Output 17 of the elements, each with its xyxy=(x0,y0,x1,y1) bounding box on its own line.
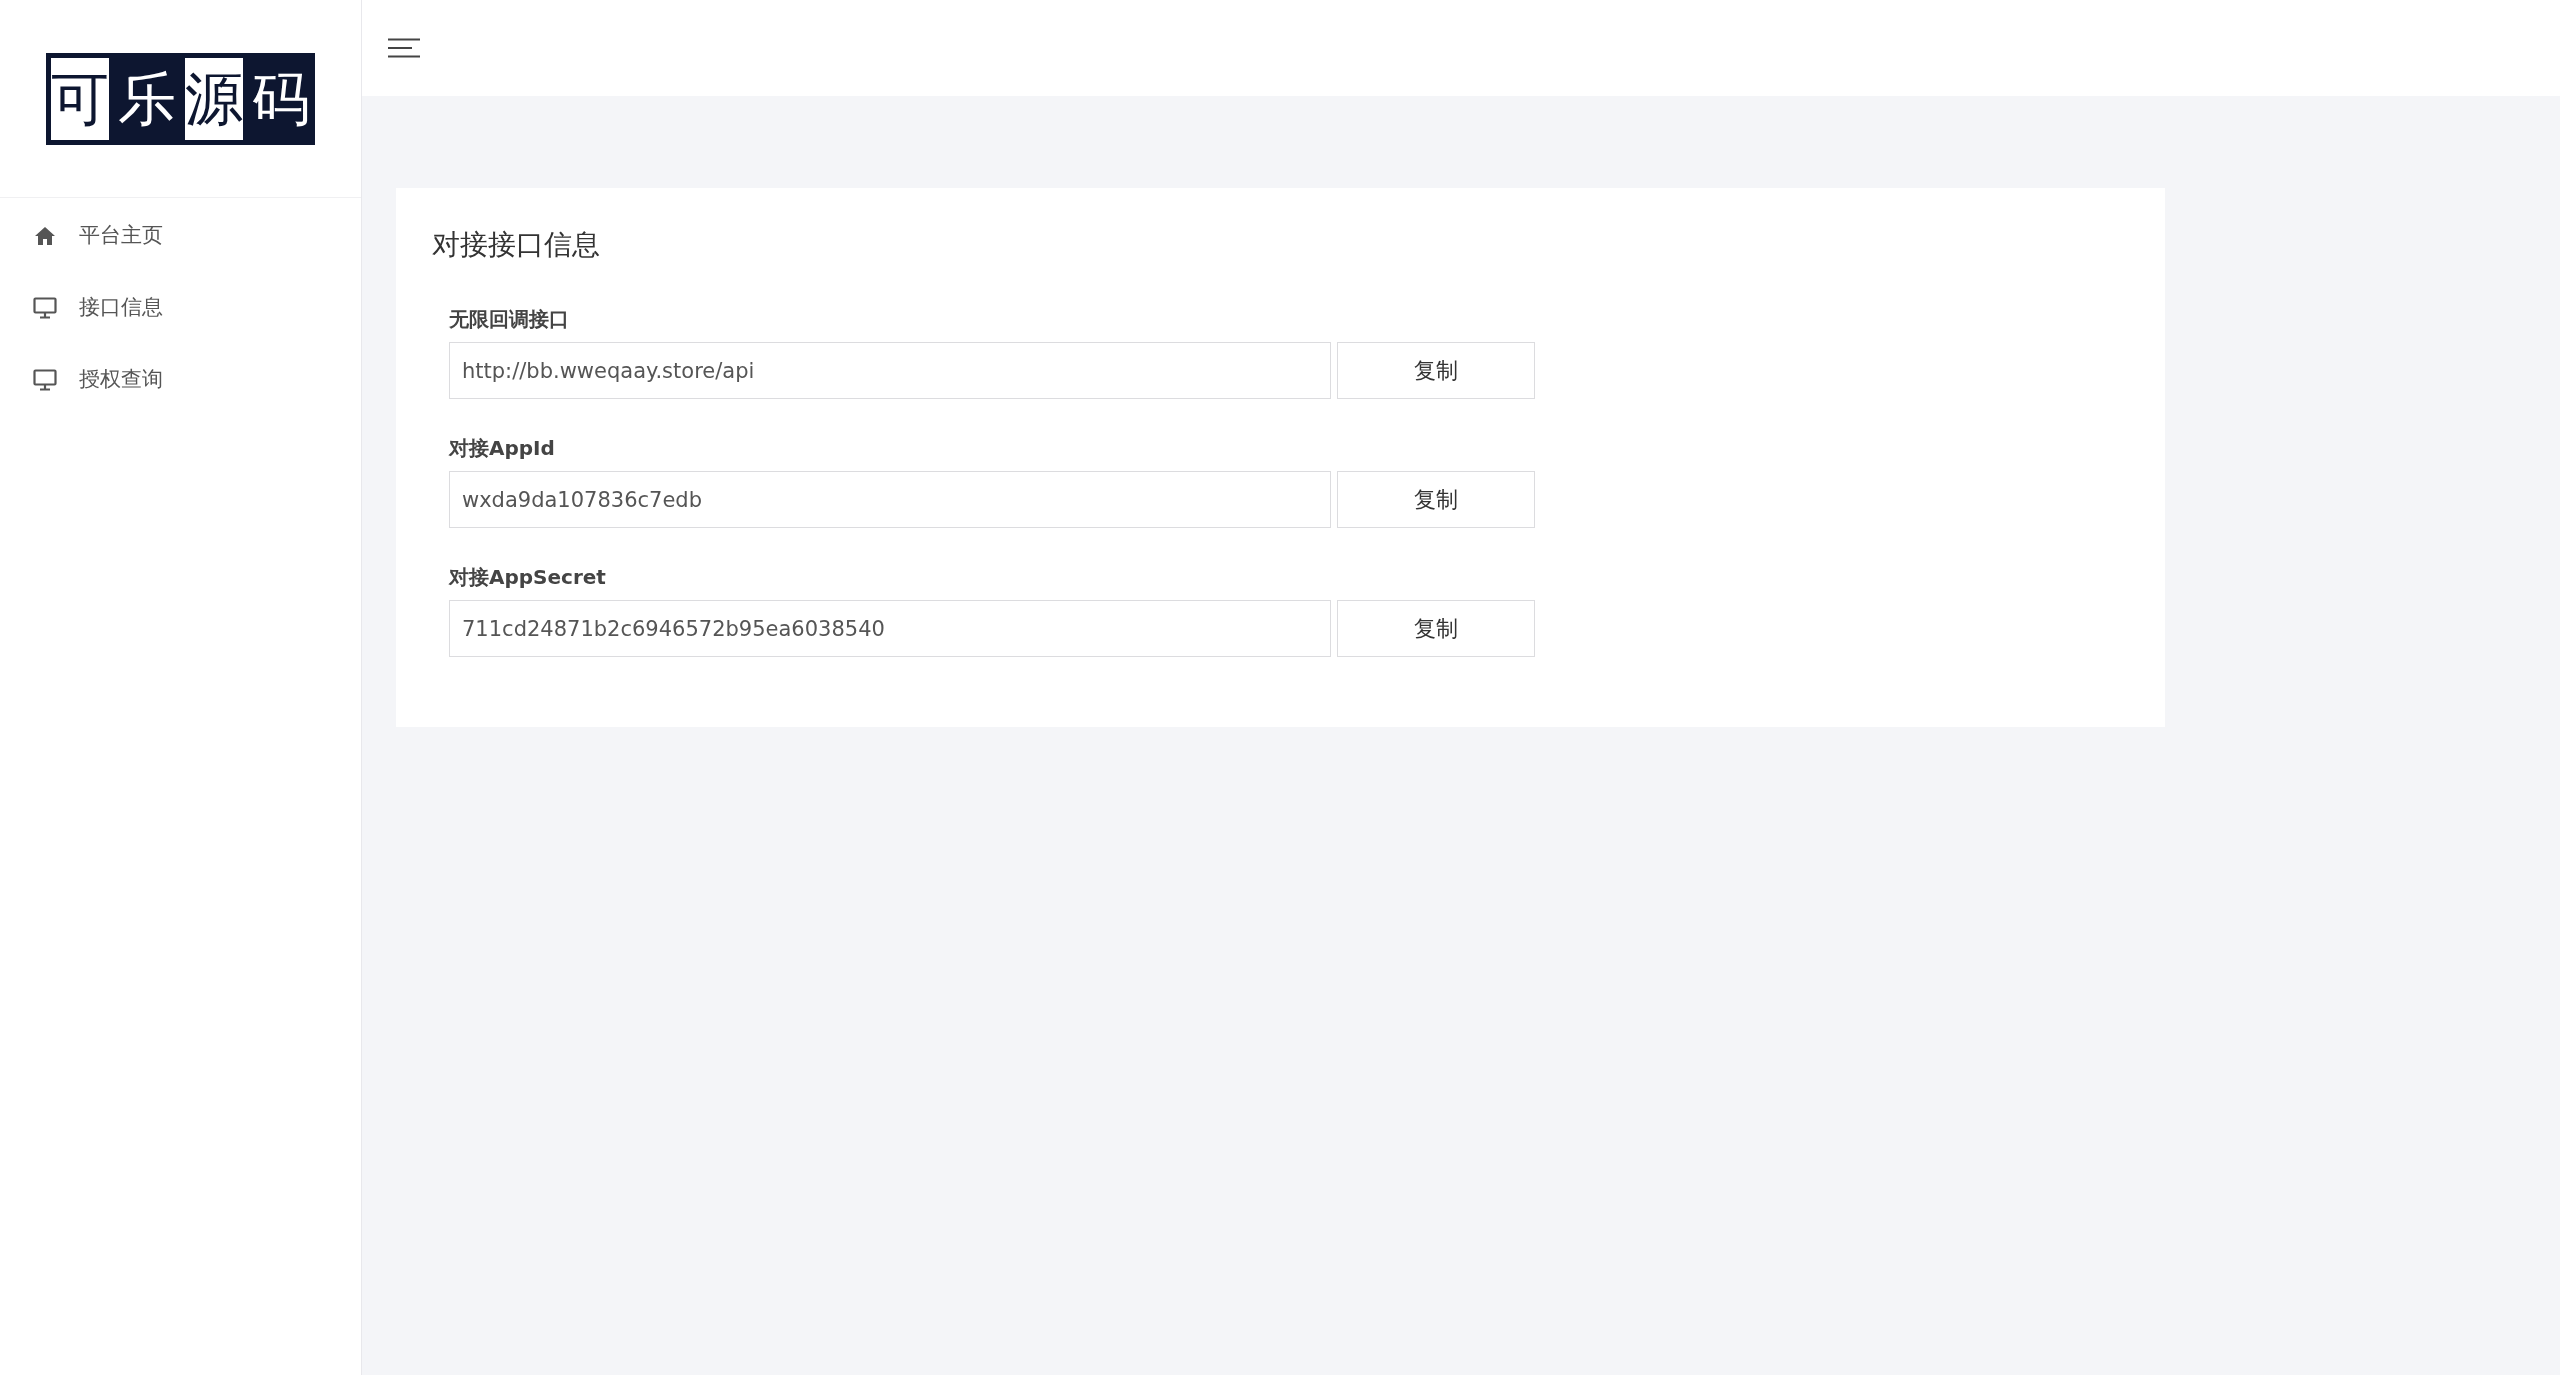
sidebar-item[interactable]: 授权查询 xyxy=(0,344,361,416)
field-label: 无限回调接口 xyxy=(449,306,570,333)
sidebar-item[interactable]: 平台主页 xyxy=(0,200,361,272)
field-label: 对接AppSecret xyxy=(449,564,607,591)
copy-button[interactable]: 复制 xyxy=(1337,600,1535,657)
monitor-icon xyxy=(33,297,57,319)
copy-button[interactable]: 复制 xyxy=(1337,471,1535,528)
field-label: 对接AppId xyxy=(449,435,556,462)
home-icon xyxy=(34,226,56,246)
input-field[interactable]: wxda9da107836c7edb xyxy=(449,471,1331,528)
card-title: 对接接口信息 xyxy=(432,227,601,263)
sidebar-item[interactable]: 接口信息 xyxy=(0,272,361,344)
input-field[interactable]: http://bb.wweqaay.store/api xyxy=(449,342,1331,399)
input-field[interactable]: 711cd24871b2c6946572b95ea6038540 xyxy=(449,600,1331,657)
menu-icon[interactable] xyxy=(388,38,420,58)
copy-button[interactable]: 复制 xyxy=(1337,342,1535,399)
monitor-icon xyxy=(33,369,57,391)
